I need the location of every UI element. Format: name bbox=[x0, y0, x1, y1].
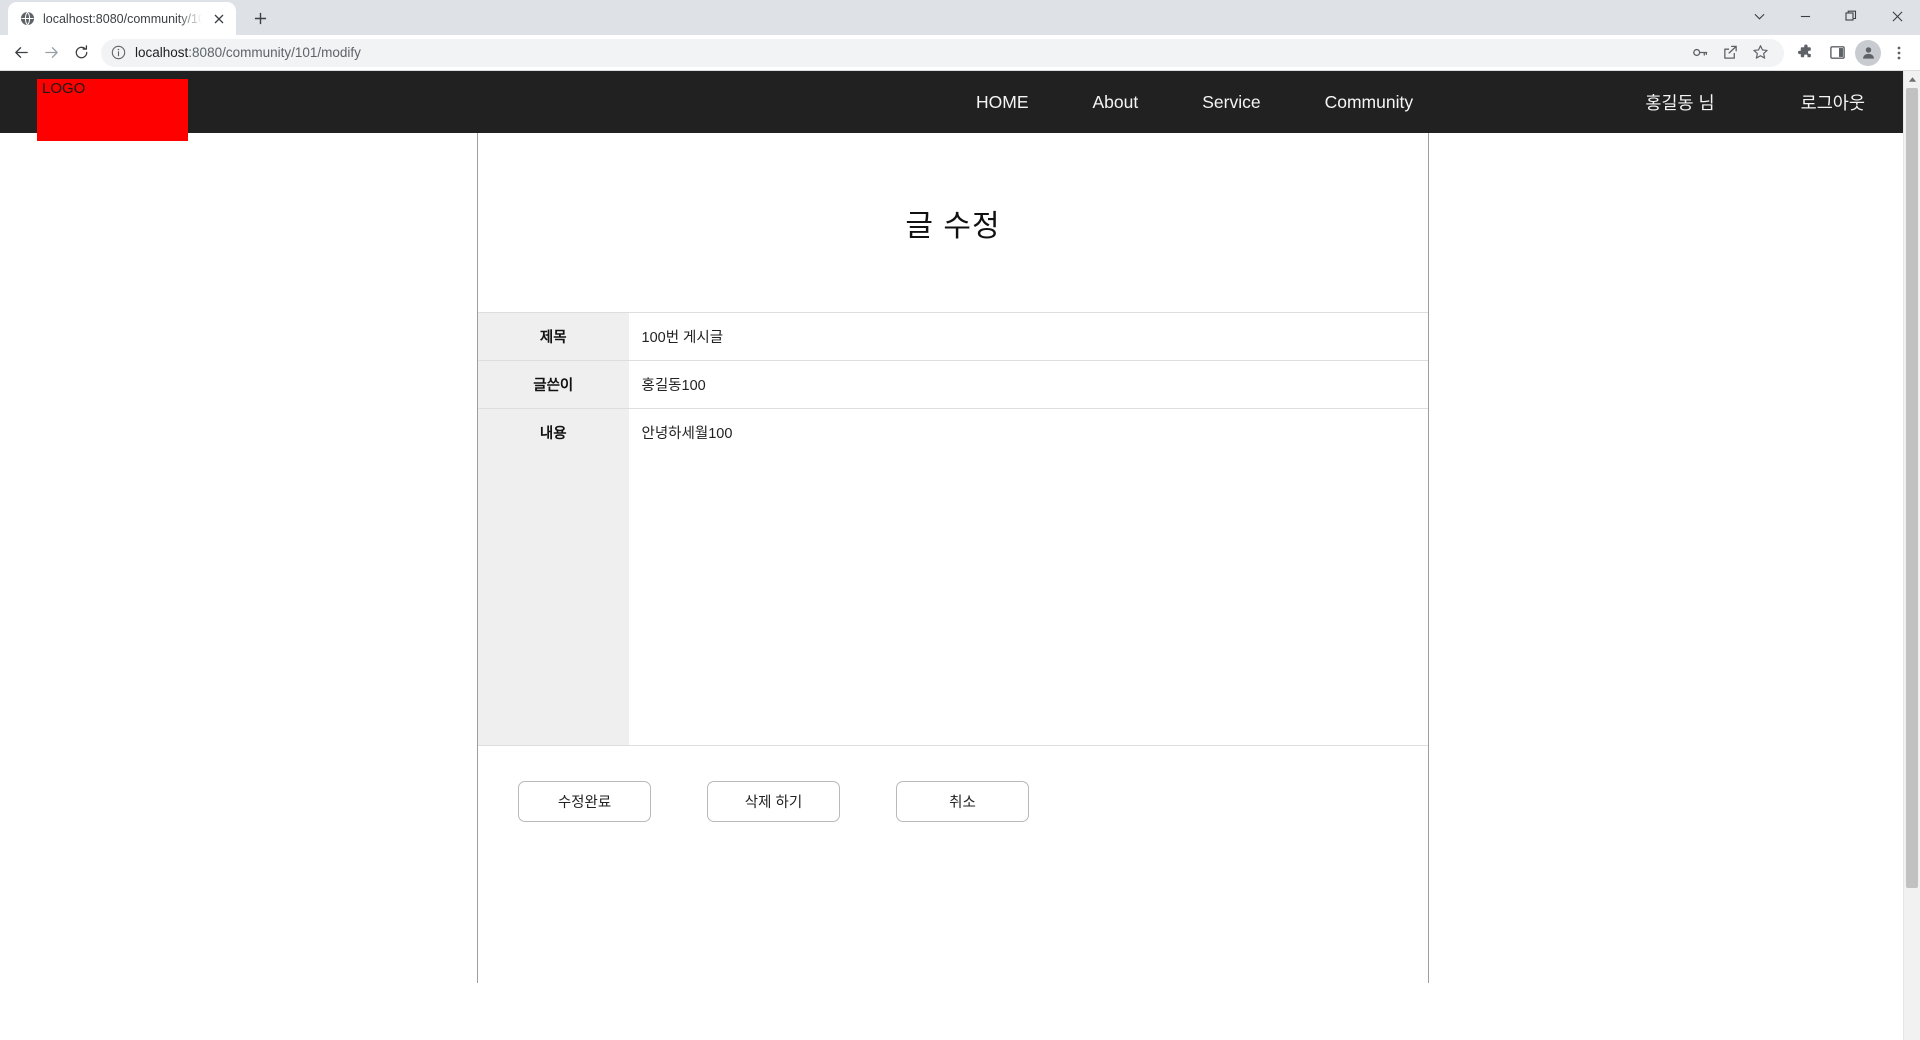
browser-toolbar: localhost:8080/community/101/modify bbox=[0, 35, 1920, 71]
share-icon[interactable] bbox=[1716, 39, 1744, 67]
scrollbar-track[interactable] bbox=[1904, 88, 1920, 1040]
reload-icon[interactable] bbox=[67, 39, 95, 67]
nav-link-community[interactable]: Community bbox=[1293, 92, 1446, 113]
side-panel-icon[interactable] bbox=[1823, 39, 1851, 67]
field-label-writer: 글쓴이 bbox=[478, 360, 630, 409]
form-actions: 수정완료 삭제 하기 취소 bbox=[478, 746, 1428, 856]
nav-link-home[interactable]: HOME bbox=[944, 92, 1061, 113]
site-navigation-bar: LOGO HOME About Service Community 홍길동 님 … bbox=[0, 71, 1903, 141]
new-tab-button[interactable] bbox=[246, 4, 274, 32]
page-title: 글 수정 bbox=[905, 209, 1001, 243]
nav-links: HOME About Service Community bbox=[944, 71, 1445, 133]
scrollbar-thumb[interactable] bbox=[1906, 88, 1918, 888]
page-title-area: 글 수정 bbox=[478, 133, 1428, 313]
nav-user-area: 홍길동 님 로그아웃 bbox=[1645, 71, 1865, 133]
page-viewport: LOGO HOME About Service Community 홍길동 님 … bbox=[0, 71, 1920, 1040]
profile-button[interactable] bbox=[1854, 39, 1882, 67]
nav-link-service[interactable]: Service bbox=[1170, 92, 1292, 113]
web-page: LOGO HOME About Service Community 홍길동 님 … bbox=[0, 71, 1903, 1040]
post-edit-form: 제목 100번 게시글 글쓴이 홍길동100 내용 안녕하세월100 bbox=[478, 313, 1428, 746]
field-label-content: 내용 bbox=[478, 408, 630, 746]
page-scrollbar[interactable] bbox=[1903, 71, 1920, 1040]
chrome-menu-icon[interactable] bbox=[1885, 39, 1913, 67]
logout-link[interactable]: 로그아웃 bbox=[1801, 90, 1865, 115]
tab-strip: localhost:8080/community/101/ bbox=[0, 0, 1920, 35]
forward-icon[interactable] bbox=[37, 39, 65, 67]
tab-search-icon[interactable] bbox=[1736, 0, 1782, 32]
site-logo[interactable]: LOGO bbox=[37, 79, 188, 141]
nav-link-about[interactable]: About bbox=[1061, 92, 1171, 113]
key-icon[interactable] bbox=[1686, 39, 1714, 67]
profile-avatar[interactable] bbox=[1855, 39, 1881, 66]
table-row: 제목 100번 게시글 bbox=[478, 313, 1428, 361]
url-path: :8080/community/101/modify bbox=[188, 45, 361, 60]
tab-title: localhost:8080/community/101/ bbox=[43, 11, 202, 26]
cancel-button[interactable]: 취소 bbox=[896, 780, 1029, 822]
back-icon[interactable] bbox=[7, 39, 35, 67]
scroll-up-arrow-icon[interactable] bbox=[1904, 71, 1920, 88]
field-value-writer[interactable]: 홍길동100 bbox=[629, 360, 1428, 409]
browser-tab[interactable]: localhost:8080/community/101/ bbox=[8, 2, 236, 35]
bookmark-star-icon[interactable] bbox=[1746, 39, 1774, 67]
maximize-icon[interactable] bbox=[1828, 0, 1874, 32]
address-bar[interactable]: localhost:8080/community/101/modify bbox=[101, 38, 1784, 67]
minimize-icon[interactable] bbox=[1782, 0, 1828, 32]
url-host: localhost bbox=[135, 45, 189, 60]
delete-button[interactable]: 삭제 하기 bbox=[707, 780, 840, 822]
toolbar-right-icons bbox=[1792, 39, 1913, 67]
table-row: 글쓴이 홍길동100 bbox=[478, 360, 1428, 409]
address-bar-url: localhost:8080/community/101/modify bbox=[135, 45, 361, 60]
extensions-icon[interactable] bbox=[1792, 39, 1820, 67]
submit-modify-button[interactable]: 수정완료 bbox=[518, 780, 651, 822]
content-container: 글 수정 제목 100번 게시글 글쓴이 홍길동100 내용 안녕하세월100 … bbox=[477, 133, 1429, 983]
site-info-icon[interactable] bbox=[110, 44, 127, 61]
globe-icon bbox=[19, 11, 35, 27]
tab-close-icon[interactable] bbox=[210, 10, 228, 28]
browser-window: localhost:8080/community/101/ localhost:… bbox=[0, 0, 1920, 1040]
table-row: 내용 안녕하세월100 bbox=[478, 408, 1428, 746]
field-value-title[interactable]: 100번 게시글 bbox=[629, 313, 1428, 361]
window-controls bbox=[1736, 0, 1920, 32]
field-label-title: 제목 bbox=[478, 313, 630, 361]
window-close-icon[interactable] bbox=[1874, 0, 1920, 32]
current-user-label: 홍길동 님 bbox=[1645, 92, 1715, 113]
field-value-content[interactable]: 안녕하세월100 bbox=[629, 408, 1428, 746]
